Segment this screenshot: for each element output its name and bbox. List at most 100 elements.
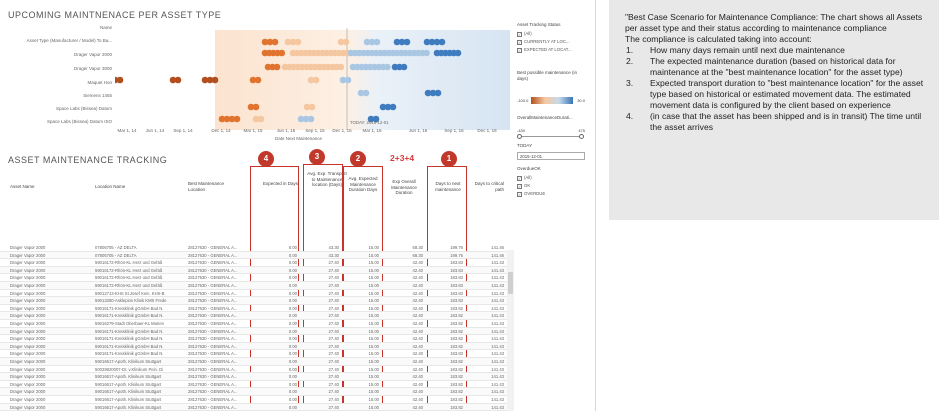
maintenance-dot[interactable]: [434, 89, 442, 97]
maintenance-dot[interactable]: [362, 89, 370, 97]
table-cell: 0.00: [288, 351, 297, 357]
table-row[interactable]: Drager Vapor 2000 59016171-Kreisklinik gG…: [0, 342, 507, 351]
table-row[interactable]: Drager Vapor 2000 59016617-Apoth. Kliniku…: [0, 358, 507, 366]
maintenance-dot[interactable]: [438, 38, 446, 46]
table-row[interactable]: Drager Vapor 2000 59016617-Apoth. Kliniku…: [0, 381, 507, 389]
table-cell: 15.00: [368, 267, 379, 273]
maintenance-dot[interactable]: [174, 76, 182, 84]
overdue-filter-title: OverdueOK: [517, 166, 541, 171]
checkbox-checked-icon[interactable]: ✓: [517, 40, 522, 45]
maintenance-dot[interactable]: [403, 38, 411, 46]
table-cell: 15.00: [368, 389, 379, 395]
table-row[interactable]: Drager Vapor 2000 59016279-Stadt Oberbaer…: [0, 320, 507, 328]
maintenance-dot[interactable]: [273, 63, 281, 71]
table-row[interactable]: Drager Vapor 2000 59016617-Apoth. Kliniku…: [0, 373, 507, 381]
maintenance-dot[interactable]: [271, 38, 279, 46]
table-cell: 07806705 - AZ DELTA: [95, 252, 137, 258]
table-row[interactable]: Drager Vapor 2000 59016172-Rhön-KL Herz u…: [0, 266, 507, 275]
table-cell: 43.30: [328, 252, 339, 258]
table-cell: 0.00: [288, 298, 297, 304]
table-row[interactable]: Drager Vapor 2000 59016617-Apoth. Kliniku…: [0, 388, 507, 396]
status-option-expected[interactable]: ✓ EXPECTED AT LOCAT...: [517, 47, 572, 53]
maintenance-dot[interactable]: [116, 76, 124, 84]
maintenance-dot[interactable]: [400, 63, 408, 71]
maintenance-dot[interactable]: [254, 76, 262, 84]
maintenance-dot[interactable]: [252, 103, 260, 111]
maintenance-dot[interactable]: [344, 76, 352, 84]
overdue-option-overdue[interactable]: ✓ OVERDUE: [517, 191, 545, 197]
status-option-current[interactable]: ✓ CURRENTLY AT LOC...: [517, 39, 570, 45]
table-cell: 0.00: [288, 290, 297, 296]
maintenance-dot[interactable]: [373, 38, 381, 46]
slider-handle-max[interactable]: [579, 133, 584, 139]
col-header-best-location[interactable]: Best Maintenance Location: [188, 181, 238, 192]
table-row[interactable]: Drager Vapor 2000 59016172-Rhön-KL Herz u…: [0, 282, 507, 290]
table-row[interactable]: Drager Vapor 2000 59016171-Kreisklinik gG…: [0, 350, 507, 358]
table-row[interactable]: Drager Vapor 2000 50029820007-Dr. v.Klini…: [0, 366, 507, 374]
timeline-title: UPCOMING MAINTNENACE PER ASSET TYPE: [8, 10, 222, 20]
table-row[interactable]: Drager Vapor 2000 07806705 - AZ DELTA 2812…: [0, 251, 507, 260]
overdue-option-ok[interactable]: ✓ OK: [517, 183, 530, 189]
table-cell: Drager Vapor 2000: [10, 283, 46, 288]
table-row[interactable]: Drager Vapor 2000 59016172-Rhön-KL Herz u…: [0, 274, 507, 282]
table-row[interactable]: Drager Vapor 2000 59016171-Kreisklinik gG…: [0, 335, 507, 343]
table-cell: 183.82: [450, 336, 463, 342]
table-cell: 42.40: [412, 359, 423, 364]
maintenance-dot[interactable]: [384, 63, 391, 71]
table-cell: 42.40: [412, 298, 423, 304]
maintenance-dot[interactable]: [312, 76, 320, 84]
col-header-location[interactable]: Location Name: [95, 184, 165, 190]
col-header-critical[interactable]: Days to critical path: [468, 181, 504, 192]
table-cell: 183.82: [450, 343, 463, 349]
maintenance-dot[interactable]: [307, 115, 315, 123]
maintenance-dot[interactable]: [423, 49, 430, 57]
table-row[interactable]: Drager Vapor 2000 59016617-Apoth. Kliniku…: [0, 403, 507, 411]
maintenance-dot[interactable]: [257, 115, 265, 123]
table-row[interactable]: Drager Vapor 2000 59012713-KHS St.Josef K…: [0, 290, 507, 298]
table-cell: 15.00: [368, 397, 379, 402]
table-cell: 27.40: [328, 381, 339, 387]
today-date-input[interactable]: 2015-12-01: [517, 152, 585, 160]
checkbox-checked-icon[interactable]: ✓: [517, 48, 522, 53]
table-cell: 0.00: [288, 305, 297, 311]
note-item: 2. The expected maintenance duration (bas…: [626, 56, 903, 77]
table-cell: 0.00: [288, 366, 297, 372]
table-row[interactable]: Drager Vapor 2000 59016617-Apoth. Kliniku…: [0, 396, 507, 404]
maintenance-dot[interactable]: [294, 38, 302, 46]
slider-handle-min[interactable]: [517, 133, 522, 139]
checkbox-checked-icon[interactable]: ✓: [517, 184, 522, 189]
x-tick: Mar 1, 16: [362, 128, 382, 133]
maintenance-dot[interactable]: [389, 103, 397, 111]
checkbox-checked-icon[interactable]: ✓: [517, 32, 522, 37]
maintenance-dot[interactable]: [454, 49, 462, 57]
checkbox-checked-icon[interactable]: ✓: [517, 176, 522, 181]
maintenance-dot[interactable]: [211, 76, 219, 84]
maintenance-dot[interactable]: [233, 115, 241, 123]
table-scroll-thumb[interactable]: [508, 272, 513, 294]
overdue-option-all[interactable]: ✓ (All): [517, 175, 532, 181]
slider-track[interactable]: [519, 136, 581, 137]
checkbox-checked-icon[interactable]: ✓: [517, 192, 522, 197]
table-row[interactable]: Drager Vapor 2000 59016171-Kreisklinik gG…: [0, 312, 507, 320]
table-row[interactable]: Drager Vapor 2000 07806705 - AZ DELTA 2812…: [0, 244, 507, 252]
table-cell: 199.76: [450, 252, 463, 258]
maintenance-dot[interactable]: [278, 49, 286, 57]
table-cell: 141.43: [491, 267, 504, 273]
maintenance-dot[interactable]: [337, 63, 345, 71]
table-row[interactable]: Drager Vapor 2000 59016171-Kreisklinik gG…: [0, 327, 507, 336]
table-cell: 183.82: [450, 404, 463, 410]
table-row[interactable]: Drager Vapor 2000 59016171-Kreisklinik gG…: [0, 305, 507, 313]
table-row[interactable]: Drager Vapor 2000 59013280-Asklepios Klin…: [0, 297, 507, 305]
maintenance-dot[interactable]: [342, 38, 350, 46]
table-cell: Drager Vapor 2000: [10, 328, 46, 334]
overall-duration-slider[interactable]: -430 475: [517, 128, 585, 139]
status-option-all[interactable]: ✓ (All): [517, 31, 532, 37]
table-row[interactable]: Drager Vapor 2000 59016172-Rhön-KL Herz u…: [0, 259, 507, 267]
note-lead: The compliance is calculated taking into…: [625, 34, 812, 44]
timeline-chart[interactable]: [115, 22, 510, 130]
maintenance-dot[interactable]: [308, 103, 316, 111]
col-header-asset[interactable]: Asset Name: [10, 184, 70, 190]
today-filter-title: TODAY: [517, 143, 533, 148]
col-header-overall[interactable]: Exp Overall Maintenance Duration: [387, 179, 421, 196]
table-cell: Drager Vapor 2000: [10, 290, 46, 296]
